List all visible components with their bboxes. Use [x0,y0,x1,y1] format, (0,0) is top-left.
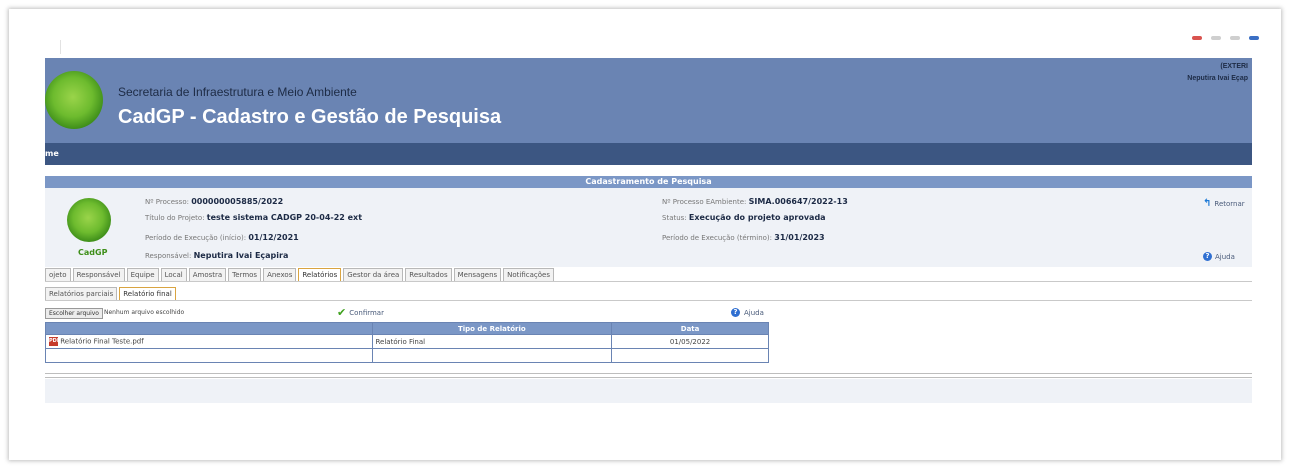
bottom-divider [45,377,1252,378]
header-tipo: Tipo de Relatório [371,322,613,335]
table-header-row: Tipo de Relatório Data [45,322,769,335]
main-tabs: ojeto Responsável Equipe Local Amostra T… [45,268,554,281]
inicio-value: 01/12/2021 [248,233,299,242]
header-banner: Secretaria de Infraestrutura e Meio Ambi… [45,58,1252,143]
tab-amostra[interactable]: Amostra [188,268,227,281]
field-titulo: Título do Projeto: teste sistema CADGP 2… [145,213,362,222]
footer-band [45,379,1252,403]
file-status-text: Nenhum arquivo escolhido [104,309,185,316]
status-label: Status: [662,214,687,222]
bottom-divider [45,373,1252,374]
field-responsavel: Responsável: Neputira Ivai Eçapira [145,251,288,260]
nav-home-link[interactable]: me [45,149,59,158]
tab-projeto[interactable]: ojeto [45,268,71,281]
tab-anexos[interactable]: Anexos [263,268,297,281]
info-dot-icon[interactable] [1249,36,1259,40]
choose-file-button[interactable]: Escolher arquivo [45,308,103,319]
tipo-cell [371,348,613,363]
tab-equipe[interactable]: Equipe [126,268,159,281]
tab-resultados[interactable]: Resultados [405,268,452,281]
header-file [45,322,373,335]
field-status: Status: Execução do projeto aprovada [662,213,826,222]
system-title: CadGP - Cadastro e Gestão de Pesquisa [118,106,502,128]
ajuda-button[interactable]: ? Ajuda [1203,252,1235,261]
tab-notificacoes[interactable]: Notificações [503,268,554,281]
org-logo-icon [45,71,103,129]
tab-responsavel[interactable]: Responsável [72,268,125,281]
table-row [45,348,769,363]
tab-relatorios[interactable]: Relatórios [298,268,342,281]
titulo-value: teste sistema CADGP 20-04-22 ext [206,213,363,222]
org-name: Secretaria de Infraestrutura e Meio Ambi… [118,85,357,99]
top-navbar: me [45,143,1252,165]
table-row: PDF Relatório Final Teste.pdf Relatório … [45,334,769,349]
responsavel-label: Responsável: [145,252,192,260]
subtab-relatorios-parciais[interactable]: Relatórios parciais [45,287,118,300]
inicio-label: Período de Execução (início): [145,234,247,242]
subtabs-divider [45,300,1252,301]
minimize-dot-icon[interactable] [1211,36,1221,40]
status-value: Execução do projeto aprovada [688,213,826,222]
confirm-label: Confirmar [349,309,384,317]
header-data: Data [611,322,769,335]
data-cell: 01/05/2022 [611,334,769,349]
field-processo: Nº Processo: 000000005885/2022 [145,197,283,206]
termino-value: 31/01/2023 [774,233,825,242]
field-eambiente: Nº Processo EAmbiente: SIMA.006647/2022-… [662,197,848,206]
external-tag: (EXTERI [1220,63,1248,70]
field-inicio: Período de Execução (início): 01/12/2021 [145,233,299,242]
retornar-button[interactable]: ↰ Retornar [1203,198,1245,209]
logged-user[interactable]: Neputira Ivai Eçap [1187,75,1248,82]
upload-help-button[interactable]: ? Ajuda [731,308,764,317]
processo-label: Nº Processo: [145,198,189,206]
pdf-icon: PDF [49,337,61,346]
return-arrow-icon: ↰ [1203,198,1212,209]
termino-label: Período de Execução (término): [662,234,773,242]
logo-label: CadGP [78,248,108,257]
close-dot-icon[interactable] [1192,36,1202,40]
eambiente-value: SIMA.006647/2022-13 [748,197,848,206]
tab-mensagens[interactable]: Mensagens [453,268,502,281]
retornar-label: Retornar [1214,199,1245,208]
window-controls [1192,36,1259,40]
help-icon: ? [1203,252,1212,261]
section-title: Cadastramento de Pesquisa [45,176,1252,188]
report-subtabs: Relatórios parciais Relatório final [45,287,176,300]
file-cell: PDF Relatório Final Teste.pdf [45,334,373,349]
responsavel-value: Neputira Ivai Eçapira [193,251,289,260]
tab-local[interactable]: Local [160,268,187,281]
project-info-panel: CadGP Nº Processo: 000000005885/2022 Tít… [45,188,1252,267]
help-icon: ? [731,308,740,317]
subtab-relatorio-final[interactable]: Relatório final [119,287,176,300]
tipo-cell: Relatório Final [371,334,613,349]
upload-help-label: Ajuda [744,308,764,317]
ajuda-label: Ajuda [1215,252,1235,261]
processo-value: 000000005885/2022 [191,197,284,206]
file-link[interactable]: Relatório Final Teste.pdf [60,338,143,346]
tabs-divider [45,281,1252,282]
reports-table: Tipo de Relatório Data PDF Relatório Fin… [45,322,769,363]
check-icon: ✔ [337,306,347,319]
tab-termos[interactable]: Termos [228,268,262,281]
tab-gestor-area[interactable]: Gestor da área [343,268,404,281]
maximize-dot-icon[interactable] [1230,36,1240,40]
field-termino: Período de Execução (término): 31/01/202… [662,233,825,242]
data-cell [611,348,769,363]
eambiente-label: Nº Processo EAmbiente: [662,198,747,206]
titulo-label: Título do Projeto: [145,214,205,222]
file-cell [45,348,373,363]
cadgp-logo-icon [67,198,111,242]
top-divider [60,40,61,54]
confirm-button[interactable]: ✔ Confirmar [337,306,384,319]
